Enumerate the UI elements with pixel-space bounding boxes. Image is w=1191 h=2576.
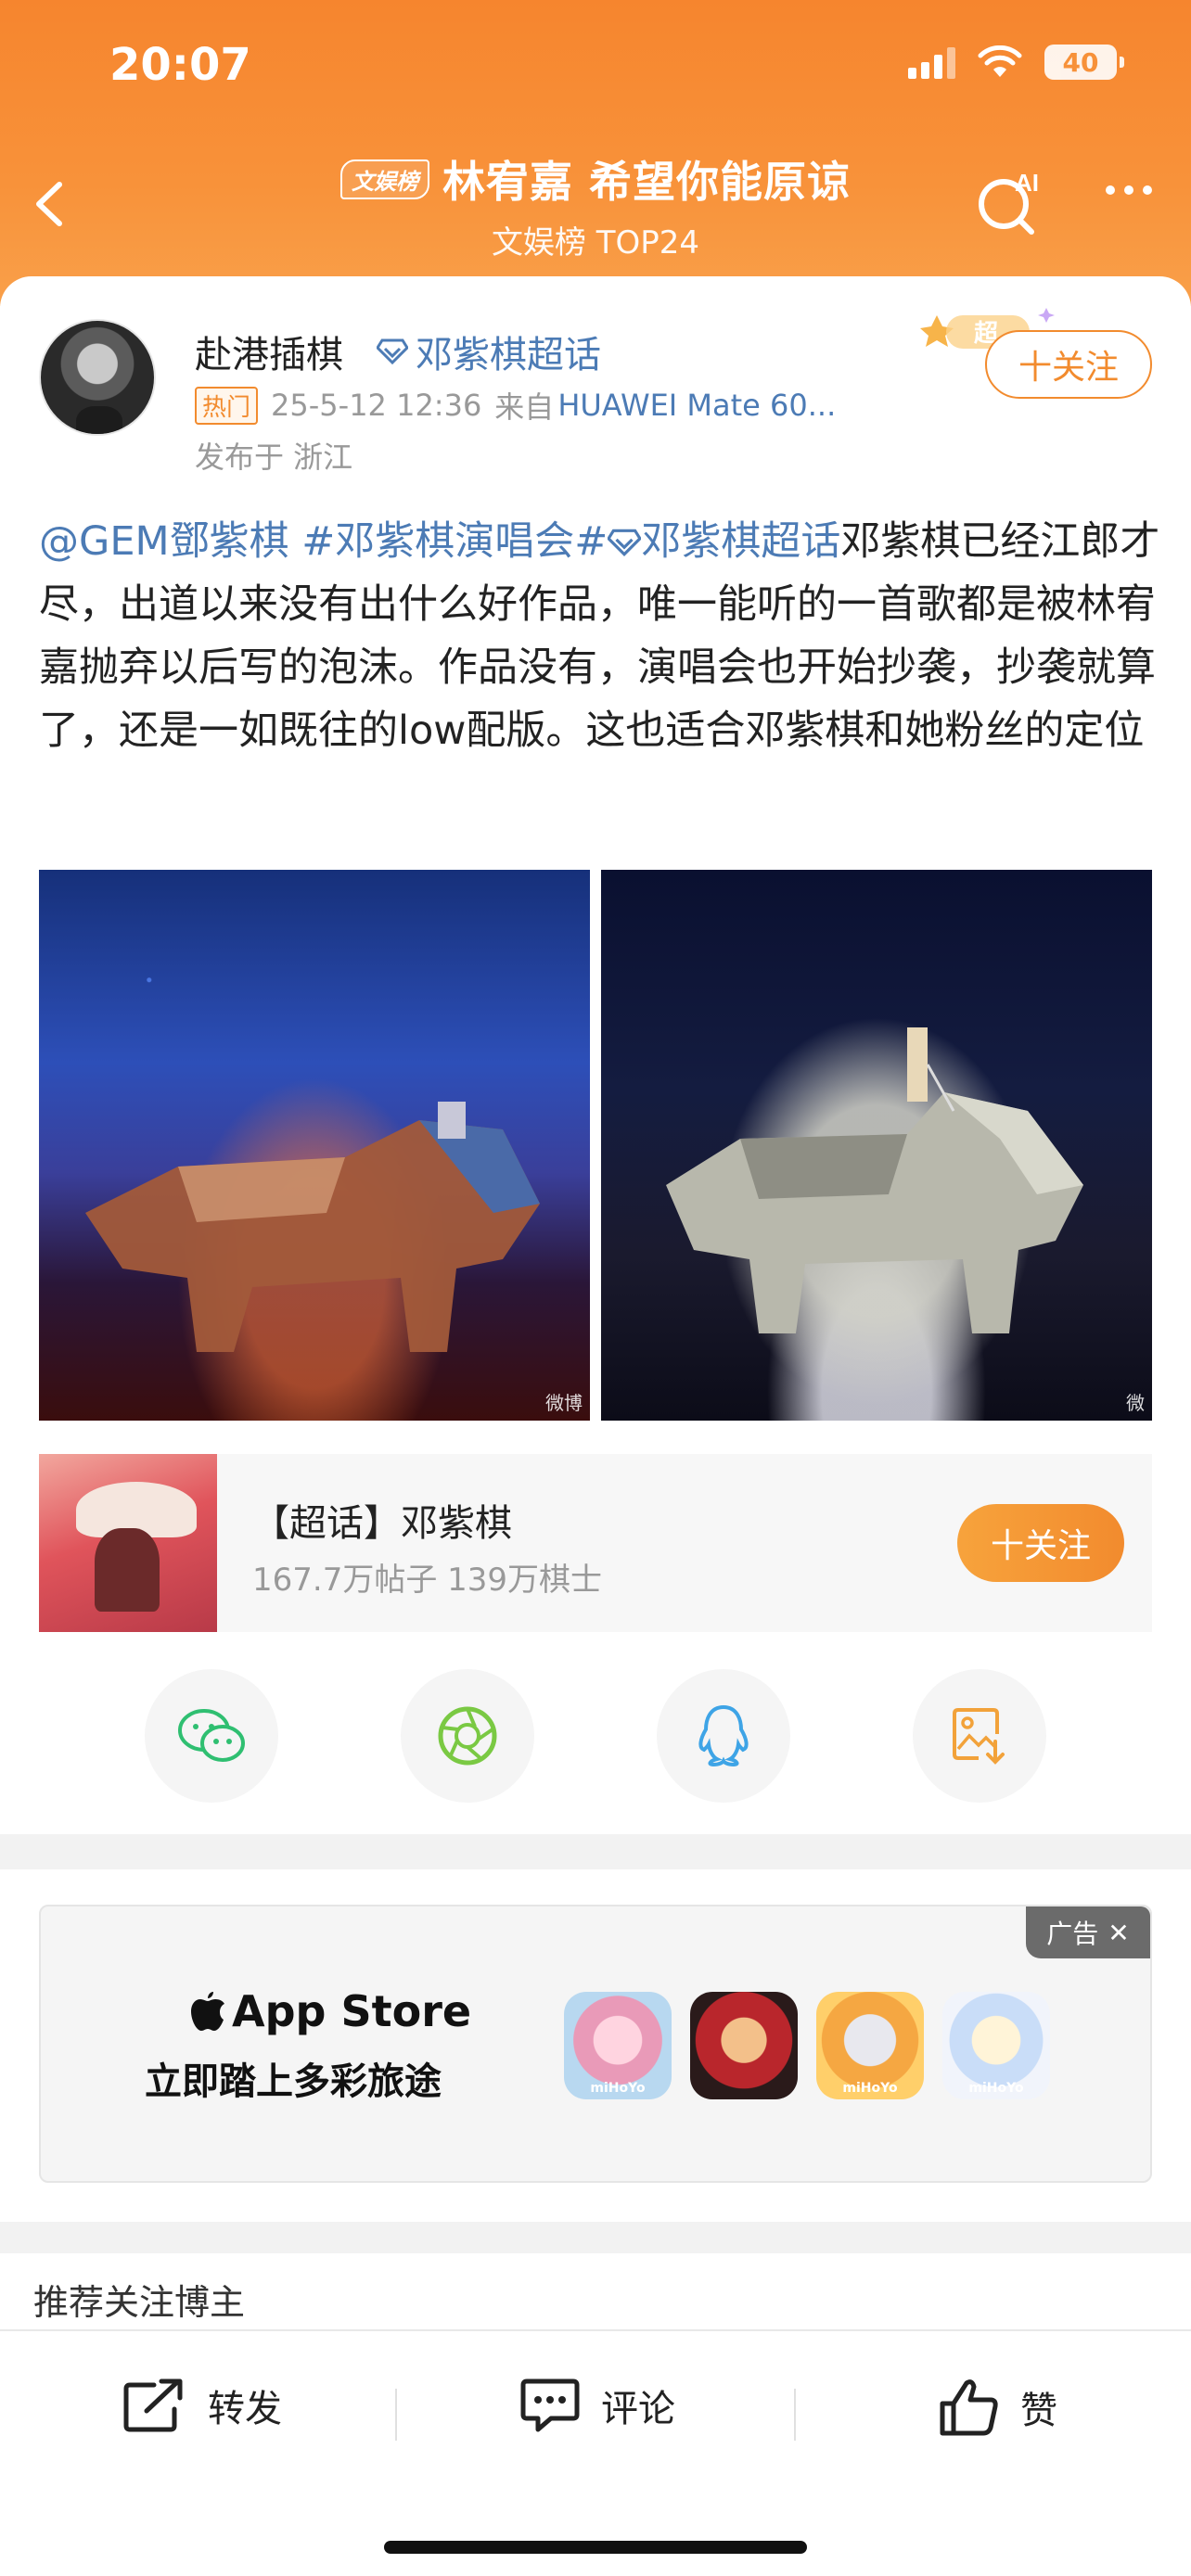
super-topic-inline-label: 邓紫棋超话 <box>641 518 841 565</box>
qq-icon <box>698 1704 749 1767</box>
avatar[interactable] <box>39 319 156 436</box>
signal-icon <box>908 45 955 79</box>
super-topic-label: 邓紫棋超话 <box>416 334 601 376</box>
game-icon-brand: miHoYo <box>842 2081 898 2096</box>
ai-search-icon[interactable]: AI <box>974 167 1044 237</box>
more-icon[interactable] <box>1106 185 1152 195</box>
ai-label: AI <box>1015 169 1039 197</box>
super-topic-card[interactable]: 【超话】邓紫棋 167.7万帖子 139万棋士 十关注 <box>39 1454 1152 1632</box>
game-icon: miHoYo <box>564 1992 672 2099</box>
post-image-1[interactable]: 微博 <box>39 870 590 1421</box>
thumbs-up-icon <box>940 2379 998 2436</box>
home-indicator[interactable] <box>384 2541 807 2554</box>
app-store-label: App Store <box>232 1986 472 2036</box>
post-card: 赴港插棋 邓紫棋超话 热门 25-5-12 12:36 来自 HUAWEI Ma… <box>0 276 1191 1834</box>
game-icon: miHoYo <box>942 1992 1050 2099</box>
divider <box>395 2389 397 2441</box>
page-title: 林宥嘉 希望你能原谅 <box>442 157 851 207</box>
recommend-title: 推荐关注博主 <box>33 2282 246 2323</box>
post-image-2[interactable]: 微 <box>601 870 1152 1421</box>
ad-badge[interactable]: 广告 ✕ <box>1026 1906 1150 1958</box>
repost-label: 转发 <box>208 2388 282 2430</box>
game-icon-brand: miHoYo <box>968 2081 1024 2096</box>
source-prefix: 来自 <box>494 389 555 425</box>
follow-user-button[interactable]: 十关注 <box>985 330 1152 399</box>
post-location: 发布于 浙江 <box>195 440 353 475</box>
repost-icon <box>123 2378 183 2432</box>
bottom-action-bar: 转发 评论 赞 <box>0 2329 1191 2576</box>
super-topic-link[interactable]: 邓紫棋超话 <box>377 325 601 378</box>
game-icon <box>690 1992 798 2099</box>
save-image-icon <box>953 1708 1005 1765</box>
ad-label: 广告 <box>1046 1919 1099 1949</box>
share-wechat-button[interactable] <box>145 1669 278 1803</box>
device-link[interactable]: HUAWEI Mate 60... <box>557 388 836 423</box>
divider <box>794 2389 796 2441</box>
app-store-logo: App Store <box>189 1986 471 2036</box>
post-text: @GEM鄧紫棋 #邓紫棋演唱会# 邓紫棋超话邓紫棋已经江郎才尽，出道以来没有出什么… <box>39 510 1161 762</box>
comment-button[interactable]: 评论 <box>519 2378 675 2433</box>
wifi-icon <box>978 45 1022 77</box>
ad-section: 广告 ✕ App Store 立即踏上多彩旅途 miHoYo miHoYo mi… <box>0 1869 1191 2222</box>
post-meta: 热门 25-5-12 12:36 来自 HUAWEI Mate 60... <box>195 384 836 427</box>
game-icon-brand: miHoYo <box>590 2081 646 2096</box>
diamond-icon <box>377 338 408 364</box>
ad-slogan: 立即踏上多彩旅途 <box>145 2060 442 2103</box>
ad-card[interactable]: 广告 ✕ App Store 立即踏上多彩旅途 miHoYo miHoYo mi… <box>39 1905 1152 2183</box>
close-icon[interactable]: ✕ <box>1108 1918 1129 1948</box>
super-topic-cover-image <box>39 1454 217 1632</box>
top-header: 20:07 40 文娱榜 林宥嘉 希望你能原谅 文娱榜 TOP24 AI <box>0 0 1191 306</box>
comment-label: 评论 <box>601 2388 675 2430</box>
share-qq-button[interactable] <box>657 1669 790 1803</box>
comment-icon <box>520 2378 580 2432</box>
hot-badge: 热门 <box>195 386 259 425</box>
post-datetime: 25-5-12 12:36 <box>271 388 482 423</box>
super-topic-stats: 167.7万帖子 139万棋士 <box>252 1562 603 1599</box>
wechat-icon <box>178 1709 245 1762</box>
save-image-button[interactable] <box>913 1669 1046 1803</box>
repost-button[interactable]: 转发 <box>122 2378 282 2433</box>
battery-icon: 40 <box>1044 45 1124 80</box>
username[interactable]: 赴港插棋 <box>195 325 343 378</box>
hashtag-link[interactable]: #邓紫棋演唱会# <box>301 518 608 565</box>
share-moments-button[interactable] <box>401 1669 534 1803</box>
game-icon: miHoYo <box>816 1992 924 2099</box>
lion-sculpture-image <box>85 1102 540 1352</box>
follow-super-topic-button[interactable]: 十关注 <box>957 1504 1124 1582</box>
apple-icon <box>191 1992 224 2031</box>
ranking-tag: 文娱榜 <box>339 159 429 199</box>
like-button[interactable]: 赞 <box>939 2378 1057 2437</box>
moments-icon <box>438 1706 497 1766</box>
lion-sculpture-image <box>666 1027 1083 1333</box>
image-watermark: 微博 <box>545 1392 583 1414</box>
like-label: 赞 <box>1020 2390 1057 2432</box>
super-topic-inline-link[interactable]: 邓紫棋超话 <box>607 518 841 565</box>
status-time: 20:07 <box>109 39 251 91</box>
diamond-icon <box>607 529 643 556</box>
super-topic-name: 【超话】邓紫棋 <box>252 1502 512 1545</box>
status-icons: 40 <box>908 45 1124 80</box>
image-watermark: 微 <box>1126 1392 1145 1414</box>
mention-link[interactable]: @GEM鄧紫棋 <box>39 518 289 565</box>
